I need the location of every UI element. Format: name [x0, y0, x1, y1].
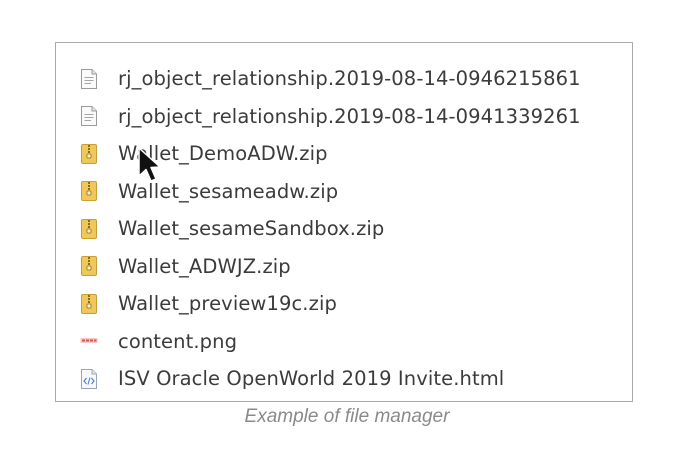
file-item[interactable]: rj_object_relationship.2019-08-14-094621… — [80, 60, 581, 98]
file-name: Wallet_sesameadw.zip — [118, 179, 339, 203]
zip-archive-icon — [80, 143, 98, 165]
file-name: Wallet_DemoADW.zip — [118, 142, 328, 166]
file-name: rj_object_relationship.2019-08-14-094621… — [118, 67, 581, 91]
file-name: Wallet_sesameSandbox.zip — [118, 217, 385, 241]
file-list: rj_object_relationship.2019-08-14-094621… — [80, 60, 581, 398]
file-item[interactable]: ISV Oracle OpenWorld 2019 Invite.html — [80, 360, 581, 398]
file-name: ISV Oracle OpenWorld 2019 Invite.html — [118, 367, 505, 391]
file-name: Wallet_ADWJZ.zip — [118, 254, 291, 278]
file-item[interactable]: content.png — [80, 323, 581, 361]
text-file-icon — [80, 105, 98, 127]
text-file-icon — [80, 68, 98, 90]
file-item[interactable]: rj_object_relationship.2019-08-14-094133… — [80, 98, 581, 136]
figure-caption: Example of file manager — [244, 406, 450, 427]
image-file-icon — [80, 330, 98, 352]
file-name: rj_object_relationship.2019-08-14-094133… — [118, 104, 581, 128]
file-item[interactable]: Wallet_preview19c.zip — [80, 285, 581, 323]
file-item[interactable]: Wallet_DemoADW.zip — [80, 135, 581, 173]
html-file-icon — [80, 368, 98, 390]
zip-archive-icon — [80, 293, 98, 315]
zip-archive-icon — [80, 218, 98, 240]
file-item[interactable]: Wallet_sesameSandbox.zip — [80, 210, 581, 248]
file-name: Wallet_preview19c.zip — [118, 292, 337, 316]
zip-archive-icon — [80, 255, 98, 277]
file-manager-panel: rj_object_relationship.2019-08-14-094621… — [55, 42, 633, 402]
file-item[interactable]: Wallet_ADWJZ.zip — [80, 248, 581, 286]
file-item[interactable]: Wallet_sesameadw.zip — [80, 173, 581, 211]
file-name: content.png — [118, 329, 238, 353]
zip-archive-icon — [80, 180, 98, 202]
